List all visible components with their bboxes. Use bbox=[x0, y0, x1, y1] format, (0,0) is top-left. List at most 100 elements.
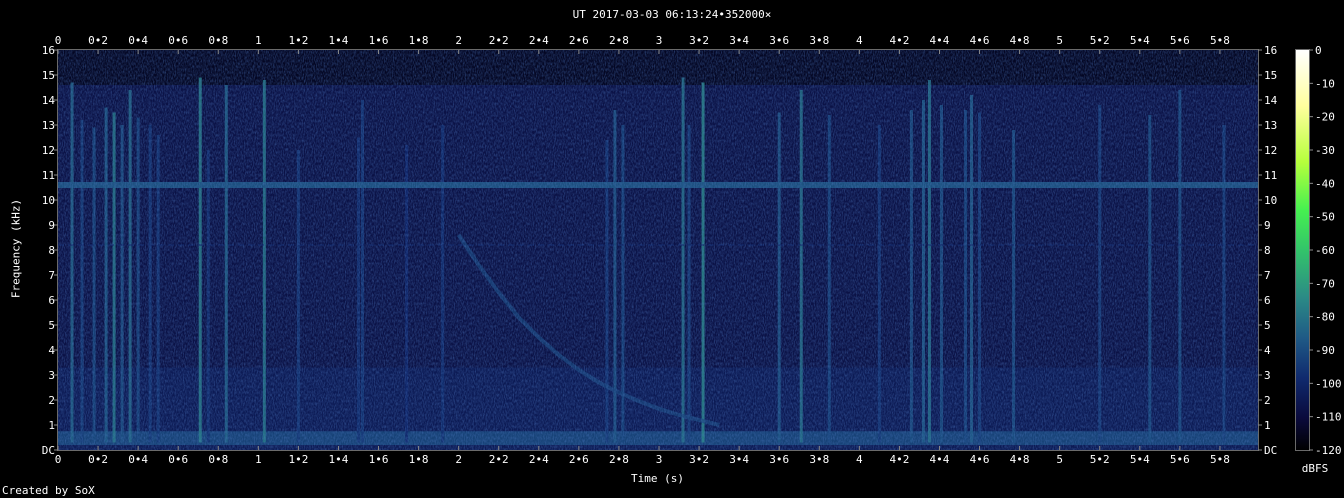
credit-text: Created by SoX bbox=[2, 484, 95, 497]
x-tick-label-top: 3•8 bbox=[809, 34, 829, 47]
colorbar-tick-label: -10 bbox=[1315, 77, 1335, 90]
x-tick-label-bottom: 4•8 bbox=[1010, 453, 1030, 466]
plot-noise-texture bbox=[58, 50, 1258, 450]
x-tick-label-bottom: 4•4 bbox=[930, 453, 950, 466]
colorbar-ticks: 0 -10 -20 -30 -40 -50 -60 -70 -80 -90 -100 -110 -120 bbox=[1309, 44, 1342, 457]
x-tick-label-bottom: 3•2 bbox=[689, 453, 709, 466]
y-tick-label-right: DC bbox=[1264, 444, 1277, 457]
colorbar: 0 -10 -20 -30 -40 -50 -60 -70 -80 -90 -100 -110 -120 bbox=[1295, 44, 1342, 457]
x-tick-label-top: 0•8 bbox=[208, 34, 228, 47]
x-tick-label-top: 5 bbox=[1056, 34, 1063, 47]
x-tick-label-bottom: 4•6 bbox=[970, 453, 990, 466]
y-tick-label-right: 6 bbox=[1264, 294, 1271, 307]
x-tick-label-bottom: 1•6 bbox=[369, 453, 389, 466]
x-tick-label-bottom: 2 bbox=[455, 453, 462, 466]
x-tick-label-top: 1•6 bbox=[369, 34, 389, 47]
x-tick-label-bottom: 2•2 bbox=[489, 453, 509, 466]
y-tick-label-right: 16 bbox=[1264, 44, 1277, 57]
x-tick-label-top: 2•2 bbox=[489, 34, 509, 47]
x-tick-label-bottom: 4 bbox=[856, 453, 863, 466]
y-tick-label-left: DC bbox=[42, 444, 55, 457]
colorbar-tick-label: -70 bbox=[1315, 277, 1335, 290]
y-tick-label-right: 5 bbox=[1264, 319, 1271, 332]
x-tick-label-top: 3•2 bbox=[689, 34, 709, 47]
y-tick-label-right: 8 bbox=[1264, 244, 1271, 257]
x-tick-label-top: 4•2 bbox=[889, 34, 909, 47]
x-tick-label-bottom: 2•6 bbox=[569, 453, 589, 466]
x-tick-label-bottom: 0•4 bbox=[128, 453, 148, 466]
x-tick-label-top: 0•2 bbox=[88, 34, 108, 47]
y-tick-label-left: 1 bbox=[48, 419, 55, 432]
y-tick-label-right: 4 bbox=[1264, 344, 1271, 357]
x-tick-label-top: 1•8 bbox=[409, 34, 429, 47]
x-tick-label-top: 3 bbox=[656, 34, 663, 47]
x-tick-label-bottom: 0 bbox=[55, 453, 62, 466]
y-tick-label-right: 13 bbox=[1264, 119, 1277, 132]
y-tick-label-left: 9 bbox=[48, 219, 55, 232]
y-tick-label-left: 6 bbox=[48, 294, 55, 307]
y-tick-label-right: 1 bbox=[1264, 419, 1271, 432]
spectrogram-figure: 000•20•20•40•40•60•60•80•8111•21•21•41•4… bbox=[42, 34, 1342, 466]
x-tick-label-bottom: 1•8 bbox=[409, 453, 429, 466]
x-tick-label-bottom: 5•2 bbox=[1090, 453, 1110, 466]
x-tick-label-bottom: 1•2 bbox=[288, 453, 308, 466]
y-tick-label-right: 12 bbox=[1264, 144, 1277, 157]
x-tick-label-top: 4•6 bbox=[970, 34, 990, 47]
x-tick-label-bottom: 0•2 bbox=[88, 453, 108, 466]
x-axis-label: Time (s) bbox=[631, 472, 684, 485]
x-tick-label-top: 0•6 bbox=[168, 34, 188, 47]
colorbar-label: dBFS bbox=[1301, 462, 1329, 475]
x-tick-label-top: 5•2 bbox=[1090, 34, 1110, 47]
y-tick-label-left: 8 bbox=[48, 244, 55, 257]
colorbar-tick-label: 0 bbox=[1315, 44, 1322, 57]
colorbar-tick-label: -20 bbox=[1315, 111, 1335, 124]
x-tick-label-bottom: 5 bbox=[1056, 453, 1063, 466]
y-tick-label-left: 16 bbox=[42, 44, 55, 57]
y-tick-label-left: 12 bbox=[42, 144, 55, 157]
x-tick-label-top: 5•4 bbox=[1130, 34, 1150, 47]
x-tick-label-bottom: 2•8 bbox=[609, 453, 629, 466]
y-tick-label-left: 10 bbox=[42, 194, 55, 207]
x-tick-label-bottom: 3•4 bbox=[729, 453, 749, 466]
x-tick-label-top: 5•8 bbox=[1210, 34, 1230, 47]
colorbar-tick-label: -80 bbox=[1315, 311, 1335, 324]
x-tick-label-top: 0 bbox=[55, 34, 62, 47]
x-tick-label-bottom: 0•8 bbox=[208, 453, 228, 466]
x-tick-label-bottom: 2•4 bbox=[529, 453, 549, 466]
y-tick-label-left: 7 bbox=[48, 269, 55, 282]
x-tick-label-bottom: 5•8 bbox=[1210, 453, 1230, 466]
x-tick-label-top: 3•6 bbox=[769, 34, 789, 47]
x-tick-label-bottom: 5•6 bbox=[1170, 453, 1190, 466]
colorbar-tick-label: -100 bbox=[1315, 377, 1342, 390]
y-tick-label-right: 2 bbox=[1264, 394, 1271, 407]
x-tick-label-top: 1•2 bbox=[288, 34, 308, 47]
x-tick-label-bottom: 1•4 bbox=[329, 453, 349, 466]
x-tick-label-top: 2 bbox=[455, 34, 462, 47]
colorbar-tick-label: -120 bbox=[1315, 444, 1342, 457]
x-tick-label-bottom: 3 bbox=[656, 453, 663, 466]
x-tick-label-bottom: 1 bbox=[255, 453, 262, 466]
x-tick-label-top: 4•8 bbox=[1010, 34, 1030, 47]
x-tick-label-top: 5•6 bbox=[1170, 34, 1190, 47]
colorbar-tick-label: -60 bbox=[1315, 244, 1335, 257]
y-tick-label-left: 4 bbox=[48, 344, 55, 357]
x-tick-label-top: 2•4 bbox=[529, 34, 549, 47]
x-tick-label-bottom: 0•6 bbox=[168, 453, 188, 466]
y-tick-label-left: 2 bbox=[48, 394, 55, 407]
colorbar-tick-label: -50 bbox=[1315, 211, 1335, 224]
y-tick-label-right: 9 bbox=[1264, 219, 1271, 232]
y-axis-label: Frequency (kHz) bbox=[9, 198, 23, 299]
y-tick-label-right: 14 bbox=[1264, 94, 1278, 107]
y-tick-label-left: 11 bbox=[42, 169, 55, 182]
y-tick-label-right: 10 bbox=[1264, 194, 1277, 207]
y-tick-label-right: 15 bbox=[1264, 69, 1277, 82]
x-tick-label-bottom: 3•6 bbox=[769, 453, 789, 466]
spectrogram-plot bbox=[57, 49, 1259, 451]
chart-title: UT 2017-03-03 06:13:24•352000× bbox=[572, 8, 772, 21]
colorbar-tick-label: -30 bbox=[1315, 144, 1335, 157]
x-tick-label-top: 1•4 bbox=[329, 34, 349, 47]
x-tick-label-bottom: 4•2 bbox=[889, 453, 909, 466]
colorbar-tick-label: -40 bbox=[1315, 177, 1335, 190]
y-tick-label-right: 11 bbox=[1264, 169, 1277, 182]
colorbar-tick-label: -110 bbox=[1315, 411, 1342, 424]
